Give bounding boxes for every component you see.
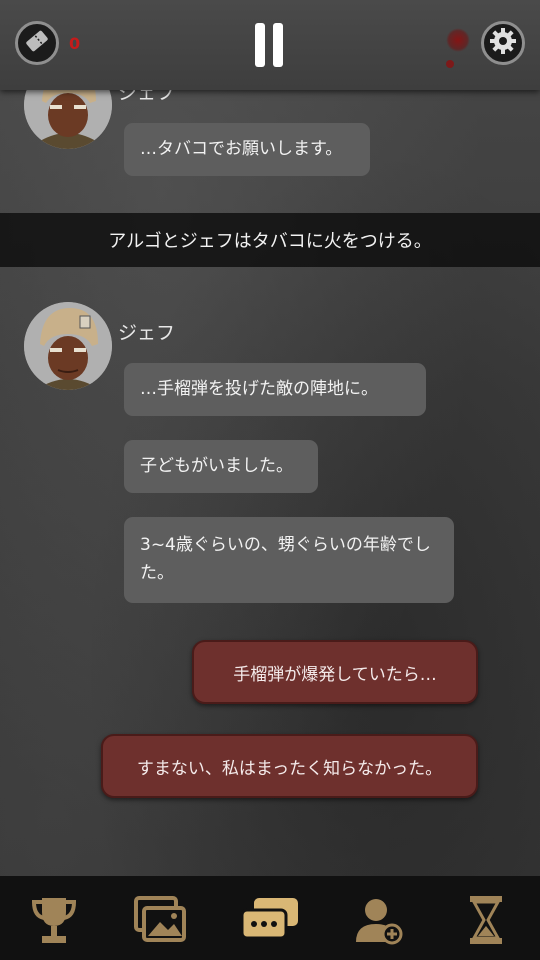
reply-choice[interactable]: すまない、私はまったく知らなかった。 bbox=[101, 734, 478, 798]
settings-button[interactable] bbox=[481, 21, 525, 65]
narration-text: アルゴとジェフはタバコに火をつける。 bbox=[0, 213, 540, 267]
ticket-button[interactable] bbox=[15, 21, 59, 65]
pause-button[interactable] bbox=[252, 23, 286, 67]
message-bubble: 3~4歳ぐらいの、甥ぐらいの年齢でした。 bbox=[124, 517, 454, 603]
blood-splatter bbox=[446, 28, 470, 52]
add-user-icon[interactable] bbox=[350, 894, 406, 946]
reply-choice[interactable]: 手榴弾が爆発していたら… bbox=[192, 640, 478, 704]
blood-drop bbox=[446, 60, 454, 68]
trophy-icon[interactable] bbox=[26, 894, 82, 946]
gear-icon bbox=[488, 26, 518, 60]
jeff-avatar bbox=[24, 302, 112, 390]
top-bar: 0 bbox=[0, 0, 540, 90]
bottom-nav bbox=[0, 876, 540, 960]
hourglass-icon[interactable] bbox=[458, 894, 514, 946]
message-bubble: 子どもがいました。 bbox=[124, 440, 318, 493]
ticket-icon bbox=[23, 27, 51, 59]
chat-icon[interactable] bbox=[240, 894, 298, 946]
message-bubble: …手榴弾を投げた敵の陣地に。 bbox=[124, 363, 426, 416]
gallery-icon[interactable] bbox=[132, 894, 188, 946]
speaker-name: ジェフ bbox=[118, 322, 176, 344]
pause-icon bbox=[255, 23, 265, 67]
message-bubble: …タバコでお願いします。 bbox=[124, 123, 370, 176]
ticket-count: 0 bbox=[69, 34, 81, 53]
